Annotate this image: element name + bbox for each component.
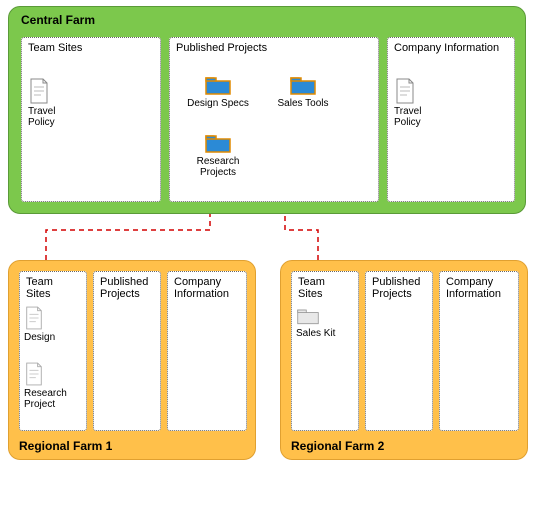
r2-sales-kit-item: Sales Kit xyxy=(296,306,352,339)
document-icon xyxy=(24,306,80,330)
r2-company-info: CompanyInformation xyxy=(439,271,519,431)
central-company-info-title: Company Information xyxy=(394,42,508,54)
regional-farm-2-title: Regional Farm 2 xyxy=(291,439,384,453)
r1-published-title: PublishedProjects xyxy=(100,276,154,300)
regional-farm-2: Team Sites Sales Kit PublishedProjects C… xyxy=(280,260,528,460)
item-label: Design xyxy=(24,332,80,343)
central-farm: Central Farm Team Sites TravelPolicy Pub… xyxy=(8,6,526,214)
r2-company-info-title: CompanyInformation xyxy=(446,276,512,300)
central-published-title: Published Projects xyxy=(176,42,372,54)
document-icon xyxy=(28,78,78,104)
r2-published-title: PublishedProjects xyxy=(372,276,426,300)
research-projects-item: ResearchProjects xyxy=(182,132,254,178)
item-label: Sales Tools xyxy=(268,98,338,109)
item-label: ResearchProject xyxy=(24,388,80,410)
item-label: Design Specs xyxy=(182,98,254,109)
r2-team-sites-title: Team Sites xyxy=(298,276,352,300)
document-icon xyxy=(394,78,444,104)
r2-published: PublishedProjects xyxy=(365,271,433,431)
central-travel-policy-pub-item: TravelPolicy xyxy=(394,78,444,128)
folder-icon xyxy=(182,74,254,96)
central-published-projects: Published Projects Design Specs Sales To… xyxy=(169,37,379,202)
r1-research-item: ResearchProject xyxy=(24,362,80,410)
regional-farm-1-title: Regional Farm 1 xyxy=(19,439,112,453)
r1-design-item: Design xyxy=(24,306,80,343)
document-icon xyxy=(24,362,80,386)
r1-team-sites-title: Team Sites xyxy=(26,276,80,300)
r1-company-info-title: CompanyInformation xyxy=(174,276,240,300)
central-travel-policy-item: TravelPolicy xyxy=(28,78,78,128)
item-label: Sales Kit xyxy=(296,328,352,339)
r1-company-info: CompanyInformation xyxy=(167,271,247,431)
item-label: TravelPolicy xyxy=(394,106,444,128)
folder-icon xyxy=(268,74,338,96)
central-team-sites: Team Sites TravelPolicy xyxy=(21,37,161,202)
folder-icon xyxy=(182,132,254,154)
design-specs-item: Design Specs xyxy=(182,74,254,109)
folder-small-icon xyxy=(296,306,352,326)
item-label: ResearchProjects xyxy=(182,156,254,178)
item-label: TravelPolicy xyxy=(28,106,78,128)
central-team-sites-title: Team Sites xyxy=(28,42,154,54)
regional-farm-1: Team Sites Design ResearchProject Publis… xyxy=(8,260,256,460)
central-company-info: Company Information TravelPolicy xyxy=(387,37,515,202)
r2-team-sites: Team Sites Sales Kit xyxy=(291,271,359,431)
r1-published: PublishedProjects xyxy=(93,271,161,431)
sales-tools-item: Sales Tools xyxy=(268,74,338,109)
r1-team-sites: Team Sites Design ResearchProject xyxy=(19,271,87,431)
central-farm-title: Central Farm xyxy=(21,13,95,27)
